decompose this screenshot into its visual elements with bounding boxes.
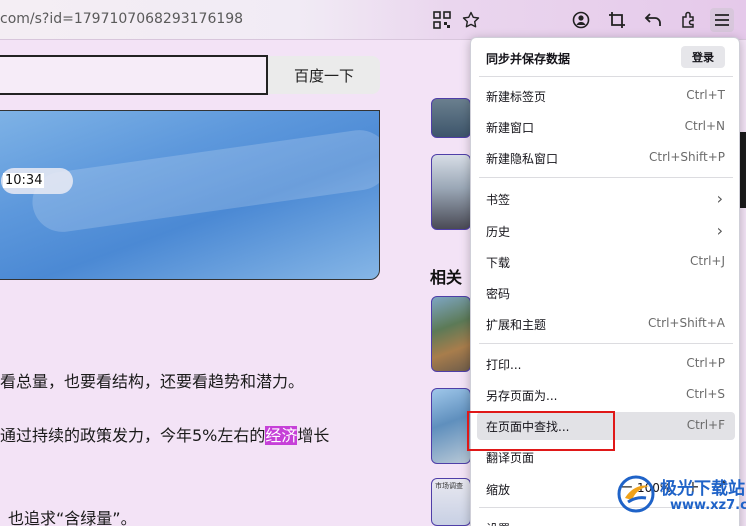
extensions-icon[interactable] <box>677 8 701 32</box>
menu-separator <box>479 177 733 178</box>
related-thumbnail[interactable] <box>431 388 471 464</box>
menu-item-shortcut: Ctrl+Shift+A <box>648 316 725 330</box>
menu-item-label: 新建隐私窗口 <box>486 152 559 166</box>
search-highlight: 经济 <box>265 426 298 445</box>
related-thumbnail[interactable] <box>431 296 471 372</box>
menu-item-label: 设置 <box>486 520 510 526</box>
menu-item-shortcut: Ctrl+S <box>685 387 725 401</box>
menu-item-label: 缩放 <box>486 483 511 497</box>
watermark-name: 极光下载站 <box>660 479 745 499</box>
menu-separator <box>479 76 733 77</box>
watermark-url: www.xz7.com <box>670 498 746 513</box>
menu-item-label: 翻译页面 <box>486 451 535 465</box>
star-icon[interactable] <box>459 8 483 32</box>
related-thumbnail[interactable] <box>431 98 471 138</box>
menu-item-bookmarks[interactable]: 书签 › <box>477 185 735 213</box>
article-paragraph: 看总量，也要看结构，还要看趋势和潜力。 <box>0 372 305 391</box>
paragraph-text: 通过持续的政策发力，今年5%左右的 <box>0 426 266 445</box>
menu-item-new-tab[interactable]: 新建标签页 Ctrl+T <box>477 82 735 110</box>
article-paragraph: 也追求“含绿量”。 <box>8 509 137 526</box>
menu-item-addons[interactable]: 扩展和主题 Ctrl+Shift+A <box>477 310 735 338</box>
menu-item-label: 新建窗口 <box>486 121 535 135</box>
menu-item-print[interactable]: 打印... Ctrl+P <box>477 350 735 378</box>
menu-item-label: 书签 <box>486 193 511 207</box>
menu-item-downloads[interactable]: 下载 Ctrl+J <box>477 248 735 276</box>
menu-item-shortcut: Ctrl+T <box>686 88 725 102</box>
crop-icon[interactable] <box>605 8 629 32</box>
annotation-highlight-box <box>467 411 615 451</box>
app-menu-panel: 同步并保存数据 登录 新建标签页 Ctrl+T 新建窗口 Ctrl+N 新建隐私窗口… <box>470 37 740 526</box>
menu-item-save-page[interactable]: 另存页面为... Ctrl+S <box>477 381 735 409</box>
browser-toolbar: com/s?id=1797107068293176198 <box>0 0 746 40</box>
hamburger-menu-icon[interactable] <box>710 8 734 32</box>
search-button[interactable]: 百度一下 <box>268 56 380 94</box>
watermark-logo-icon <box>617 475 655 513</box>
url-text[interactable]: com/s?id=1797107068293176198 <box>0 11 243 27</box>
menu-item-label: 打印... <box>486 358 522 372</box>
menu-item-shortcut: Ctrl+J <box>690 254 725 268</box>
menu-item-private-window[interactable]: 新建隐私窗口 Ctrl+Shift+P <box>477 144 735 172</box>
undo-icon[interactable] <box>641 8 665 32</box>
video-time: 10:34 <box>3 173 45 188</box>
search-input[interactable] <box>0 55 268 95</box>
sync-title: 同步并保存数据 <box>486 52 571 66</box>
account-icon[interactable] <box>569 8 593 32</box>
related-thumbnail[interactable]: 市场调查 <box>431 478 471 526</box>
page-edge-strip <box>740 132 746 208</box>
chevron-right-icon: › <box>716 221 723 240</box>
menu-item-label: 下载 <box>486 256 511 270</box>
video-light-streak <box>28 126 379 236</box>
menu-item-shortcut: Ctrl+P <box>686 356 725 370</box>
menu-item-label: 历史 <box>486 225 511 239</box>
related-section-title: 相关 <box>430 268 463 287</box>
chevron-right-icon: › <box>716 189 723 208</box>
menu-item-label: 新建标签页 <box>486 90 547 104</box>
menu-item-shortcut: Ctrl+N <box>684 119 725 133</box>
menu-item-history[interactable]: 历史 › <box>477 217 735 245</box>
related-thumbnail[interactable] <box>431 154 471 230</box>
menu-item-label: 另存页面为... <box>486 389 558 403</box>
address-bar[interactable]: com/s?id=1797107068293176198 <box>0 0 492 40</box>
video-player[interactable]: 10:34 <box>0 110 380 280</box>
paragraph-text: 增长 <box>297 426 330 445</box>
menu-separator <box>479 343 733 344</box>
menu-item-new-window[interactable]: 新建窗口 Ctrl+N <box>477 113 735 141</box>
menu-item-label: 扩展和主题 <box>486 318 547 332</box>
thumbnail-caption: 市场调查 <box>435 482 463 490</box>
login-button[interactable]: 登录 <box>681 46 725 68</box>
menu-item-shortcut: Ctrl+Shift+P <box>649 150 725 164</box>
site-watermark: 极光下载站 www.xz7.com <box>616 470 746 526</box>
menu-item-passwords[interactable]: 密码 <box>477 279 735 307</box>
menu-item-label: 密码 <box>486 287 511 301</box>
article-paragraph: 通过持续的政策发力，今年5%左右的经济增长 <box>0 422 329 446</box>
qr-code-icon[interactable] <box>430 8 454 32</box>
menu-item-shortcut: Ctrl+F <box>686 418 725 432</box>
